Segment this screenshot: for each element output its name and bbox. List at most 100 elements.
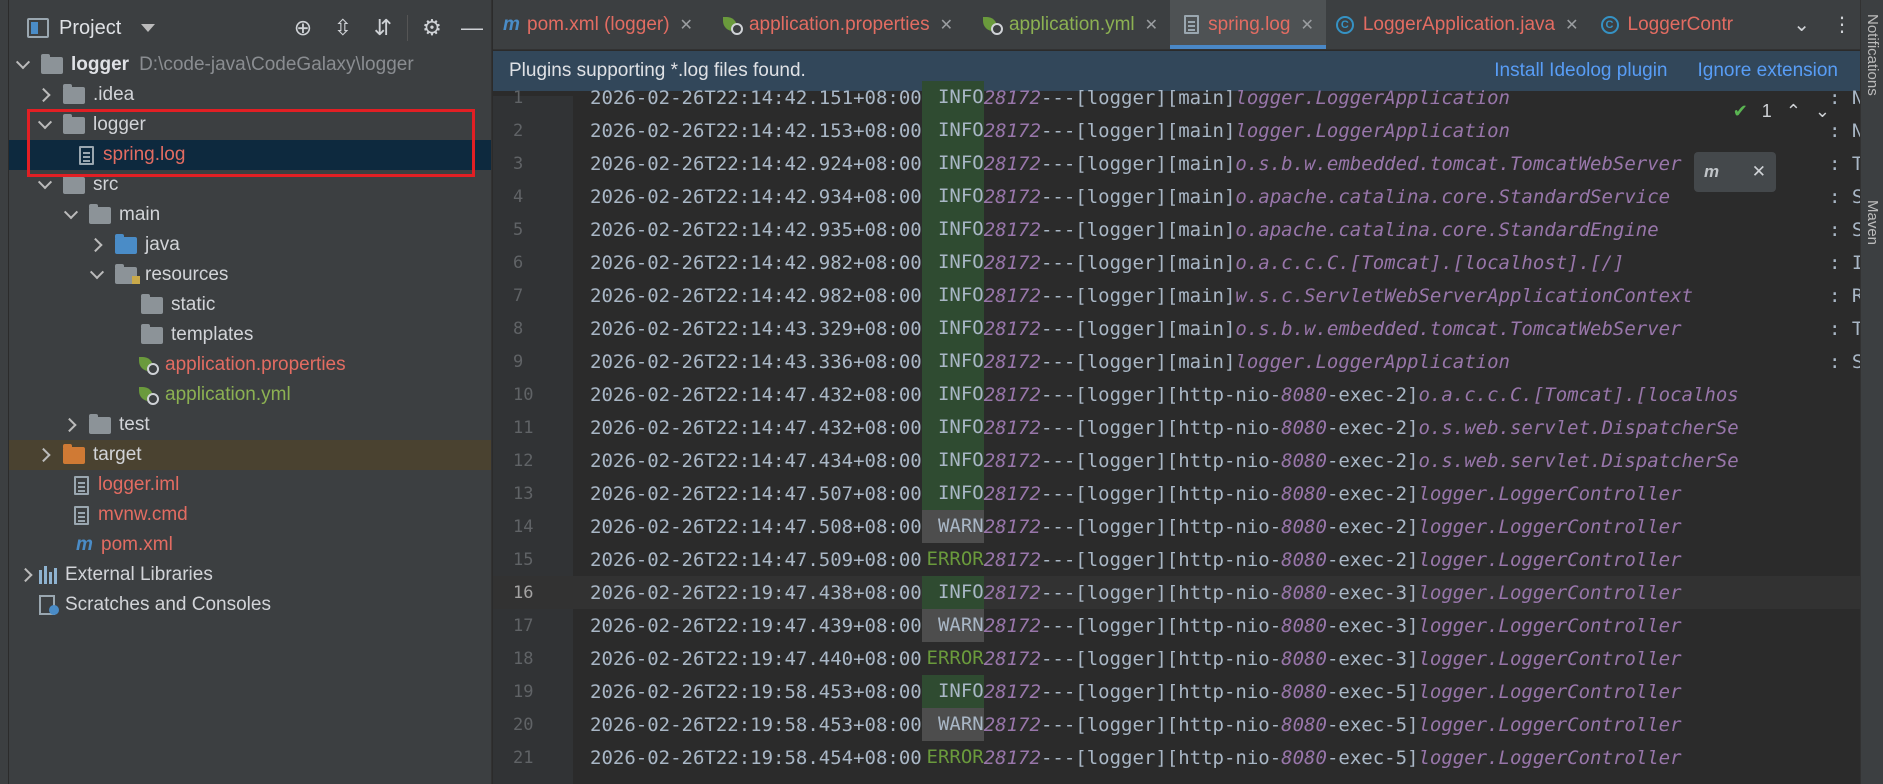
tree-item-external-libraries[interactable]: External Libraries [9,560,491,590]
editor-area: m pom.xml (logger) ✕ application.propert… [493,0,1860,784]
chevron-up-icon[interactable]: ⌃ [1786,101,1801,122]
log-separator: --- [1040,86,1076,109]
chevron-down-icon[interactable] [141,24,156,32]
log-line[interactable]: 3 2026-02-26T22:14:42.924+08:00 INFO 2817… [493,147,1860,180]
tab-application-properties[interactable]: application.properties ✕ [705,0,965,49]
tab-pom-xml[interactable]: m pom.xml (logger) ✕ [493,0,705,49]
chevron-down-icon[interactable]: ⌄ [1793,12,1810,37]
tree-item-src[interactable]: src [9,170,491,200]
log-line[interactable]: 6 2026-02-26T22:14:42.982+08:00 INFO 2817… [493,246,1860,279]
tree-item-spring-log[interactable]: spring.log [9,140,491,170]
log-line[interactable]: 17 2026-02-26T22:19:47.439+08:00 WARN 281… [493,609,1860,642]
install-ideolog-link[interactable]: Install Ideolog plugin [1494,60,1667,82]
chevron-right-icon[interactable] [63,417,79,433]
tree-item-static[interactable]: static [9,290,491,320]
chevron-down-icon[interactable] [89,267,105,283]
log-line[interactable]: 8 2026-02-26T22:14:43.329+08:00 INFO 2817… [493,312,1860,345]
line-number: 1 [513,87,524,108]
tree-item-pom-xml[interactable]: m pom.xml [9,530,491,560]
chevron-down-icon[interactable] [15,57,31,73]
tree-item-label: resources [145,264,229,285]
log-line[interactable]: 14 2026-02-26T22:14:47.508+08:00 WARN 281… [493,510,1860,543]
log-line[interactable]: 21 2026-02-26T22:19:58.454+08:00 ERROR 28… [493,741,1860,774]
log-level: ERROR [926,647,984,669]
log-line[interactable]: 15 2026-02-26T22:14:47.509+08:00 ERROR 28… [493,543,1860,576]
log-separator: --- [1040,317,1076,340]
log-line[interactable]: 5 2026-02-26T22:14:42.935+08:00 INFO 2817… [493,213,1860,246]
notifications-tool-button[interactable]: Notifications [1864,14,1881,96]
minimize-icon[interactable]: — [452,8,491,48]
log-line[interactable]: 11 2026-02-26T22:14:47.432+08:00 INFO 281… [493,411,1860,444]
tab-logger-controller[interactable]: C LoggerContr [1591,0,1746,49]
tab-logger-application[interactable]: C LoggerApplication.java ✕ [1326,0,1591,49]
tree-item-logger-root[interactable]: logger D:\code-java\CodeGalaxy\logger [9,50,491,80]
log-logger-class: o.apache.catalina.core.StandardService [1235,185,1671,208]
tab-application-yml[interactable]: application.yml ✕ [965,0,1170,49]
tree-item-test[interactable]: test [9,410,491,440]
crosshair-icon[interactable]: ⊕ [283,8,323,48]
log-line[interactable]: 2 2026-02-26T22:14:42.153+08:00 INFO 2817… [493,114,1860,147]
tree-item-logger-iml[interactable]: logger.iml [9,470,491,500]
tree-item-scratches[interactable]: Scratches and Consoles [9,590,491,620]
log-line[interactable]: 9 2026-02-26T22:14:43.336+08:00 INFO 2817… [493,345,1860,378]
tree-item-templates[interactable]: templates [9,320,491,350]
chevron-down-icon[interactable] [37,177,53,193]
tree-item-java[interactable]: java [9,230,491,260]
log-line[interactable]: 7 2026-02-26T22:14:42.982+08:00 INFO 2817… [493,279,1860,312]
log-logger-class: logger.LoggerController [1418,515,1682,538]
more-options-icon[interactable]: ⋮ [1832,12,1852,37]
log-line[interactable]: 16 2026-02-26T22:19:47.438+08:00 INFO 281… [493,576,1860,609]
log-line[interactable]: 18 2026-02-26T22:19:47.440+08:00 ERROR 28… [493,642,1860,675]
line-number: 21 [513,747,534,768]
collapse-all-icon[interactable]: ⇵ [363,8,403,48]
log-line[interactable]: 1 2026-02-26T22:14:42.151+08:00 INFO 2817… [493,81,1860,114]
chevron-right-icon[interactable] [37,447,53,463]
log-logger-class: o.s.b.w.embedded.tomcat.TomcatWebServer [1235,317,1682,340]
chevron-down-icon[interactable] [37,117,53,133]
check-icon[interactable]: ✔ [1733,101,1748,122]
tree-item-target[interactable]: target [9,440,491,470]
log-line[interactable]: 12 2026-02-26T22:14:47.434+08:00 INFO 281… [493,444,1860,477]
log-line[interactable]: 13 2026-02-26T22:14:47.507+08:00 INFO 281… [493,477,1860,510]
log-line[interactable]: 10 2026-02-26T22:14:47.432+08:00 INFO 281… [493,378,1860,411]
close-icon[interactable]: ✕ [680,15,693,35]
tree-item-application-properties[interactable]: application.properties [9,350,491,380]
log-line[interactable]: 20 2026-02-26T22:19:58.453+08:00 WARN 281… [493,708,1860,741]
chevron-right-icon[interactable] [19,567,35,583]
chevron-right-icon[interactable] [89,237,105,253]
tab-spring-log[interactable]: spring.log ✕ [1170,0,1326,49]
tree-item-idea[interactable]: .idea [9,80,491,110]
project-title[interactable]: Project [59,17,121,40]
log-thread: -exec-3] [1326,614,1419,637]
tree-item-application-yml[interactable]: application.yml [9,380,491,410]
log-line-text: 2026-02-26T22:14:47.432+08:00 INFO 28172… [590,378,1739,411]
maven-reload-icon[interactable]: m [1704,162,1719,182]
chevron-down-icon[interactable] [63,207,79,223]
chevron-right-icon[interactable] [37,87,53,103]
tree-item-resources[interactable]: resources [9,260,491,290]
close-icon[interactable]: ✕ [1145,15,1158,35]
tree-item-mvnw-cmd[interactable]: mvnw.cmd [9,500,491,530]
expand-all-icon[interactable]: ⇳ [323,8,363,48]
log-content[interactable]: 1 2026-02-26T22:14:42.151+08:00 INFO 2817… [493,81,1860,784]
tree-item-main[interactable]: main [9,200,491,230]
log-thread: -exec-2] [1326,416,1419,439]
log-pid: 28172 [983,515,1041,538]
maven-tool-button[interactable]: Maven [1864,200,1881,245]
ignore-extension-link[interactable]: Ignore extension [1698,60,1839,82]
chevron-down-icon[interactable]: ⌄ [1815,101,1830,122]
log-app-name: [logger] [1075,119,1167,142]
tree-item-label: pom.xml [101,534,173,555]
log-line-text: 2026-02-26T22:14:43.336+08:00 INFO 28172… [590,345,1510,378]
close-icon[interactable]: ✕ [1752,162,1766,182]
gear-icon[interactable]: ⚙ [412,8,452,48]
tree-item-logger-logs[interactable]: logger [9,110,491,140]
close-icon[interactable]: ✕ [1565,15,1578,35]
log-line[interactable]: 19 2026-02-26T22:19:58.453+08:00 INFO 281… [493,675,1860,708]
log-pid: 28172 [983,152,1041,175]
log-line[interactable]: 4 2026-02-26T22:14:42.934+08:00 INFO 2817… [493,180,1860,213]
close-icon[interactable]: ✕ [940,15,953,35]
close-icon[interactable]: ✕ [1300,15,1313,35]
log-timestamp: 2026-02-26T22:14:47.432+08:00 [590,383,922,406]
log-thread-port: 8080 [1281,383,1327,406]
